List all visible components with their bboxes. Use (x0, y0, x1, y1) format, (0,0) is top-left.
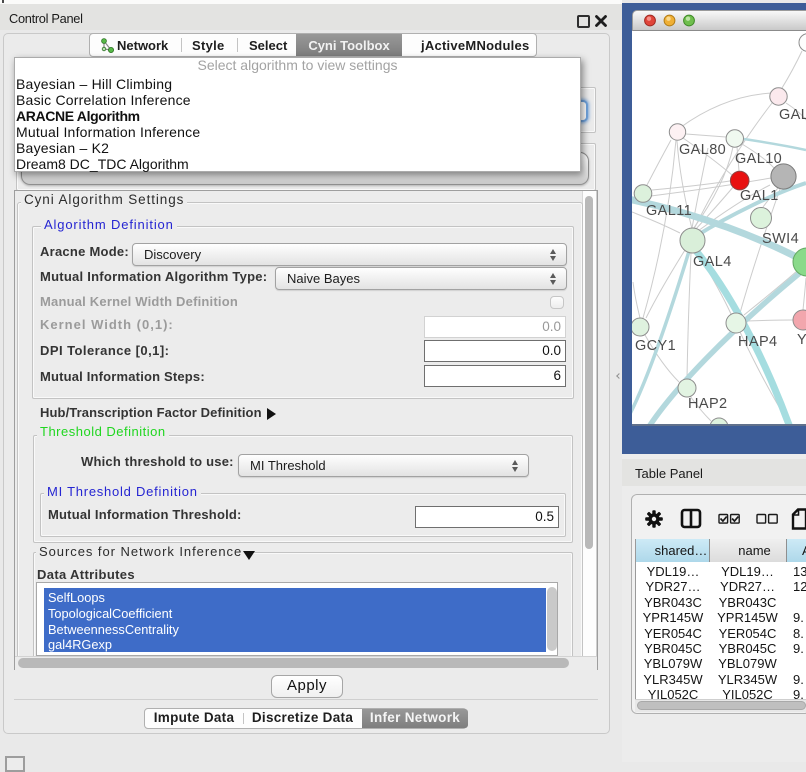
svg-text:GAL2: GAL2 (779, 107, 806, 123)
svg-text:HAP2: HAP2 (688, 396, 727, 412)
svg-text:SWI4: SWI4 (762, 231, 799, 247)
svg-text:HAP4: HAP4 (738, 334, 777, 350)
svg-text:GAL1: GAL1 (740, 188, 779, 204)
svg-text:GAL4: GAL4 (693, 254, 732, 270)
svg-text:GAL80: GAL80 (679, 142, 726, 158)
svg-text:YM: YM (797, 332, 806, 348)
svg-text:GAL11: GAL11 (646, 203, 692, 219)
svg-text:GCY1: GCY1 (635, 338, 676, 354)
svg-text:GAL10: GAL10 (735, 151, 782, 167)
